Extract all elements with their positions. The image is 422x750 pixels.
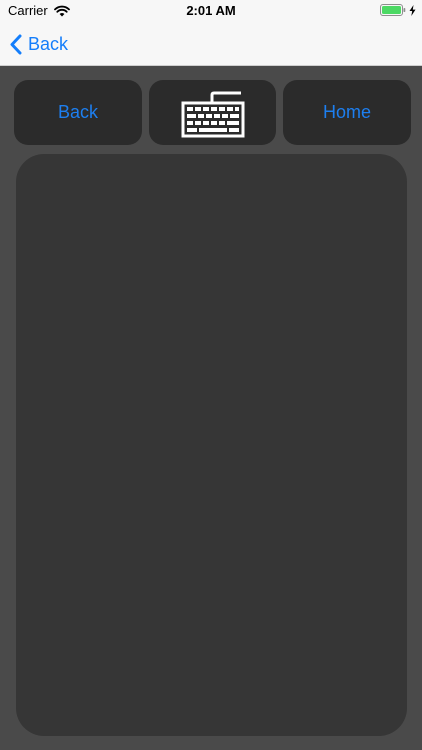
keyboard-icon [181, 88, 245, 138]
home-button[interactable]: Home [283, 80, 411, 145]
home-button-label: Home [322, 102, 371, 122]
nav-back-label: Back [28, 33, 69, 54]
chevron-left-icon [10, 34, 22, 55]
nav-back-button[interactable]: Back [10, 30, 68, 58]
status-bar: Carrier 2:01 AM [0, 0, 422, 22]
charging-bolt-icon [409, 4, 416, 16]
status-right [380, 4, 416, 16]
back-button-label: Back [57, 102, 99, 122]
remote-control-content: Back Home [0, 66, 422, 750]
app-root: Carrier 2:01 AM Back Back Home [0, 0, 422, 750]
battery-icon [380, 4, 406, 16]
trackpad-area[interactable] [16, 154, 407, 736]
keyboard-button[interactable] [149, 80, 276, 145]
control-button-row: Back Home [14, 80, 411, 145]
back-button[interactable]: Back [14, 80, 142, 145]
navigation-bar: Back [0, 22, 422, 66]
status-time: 2:01 AM [186, 3, 236, 18]
